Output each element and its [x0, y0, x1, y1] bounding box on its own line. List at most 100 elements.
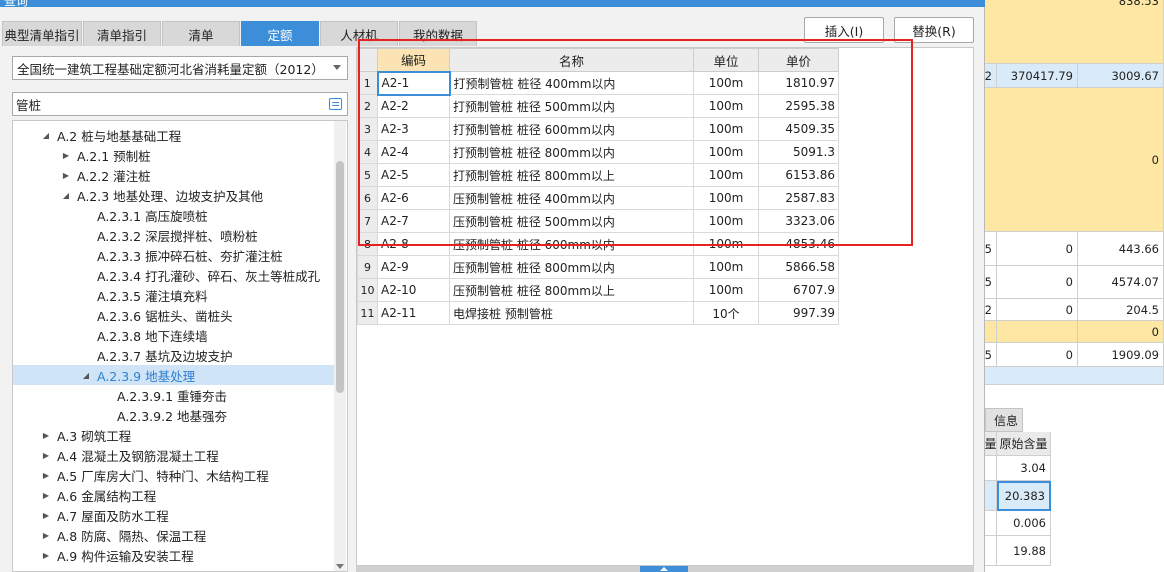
tree-item[interactable]: ▶ A.7 屋面及防水工程 [13, 505, 335, 525]
expand-arrow-icon[interactable]: ▶ [41, 491, 51, 500]
cell-code[interactable]: A2-9 [377, 255, 450, 279]
cell-price[interactable]: 3323.06 [758, 209, 839, 233]
expand-arrow-icon[interactable]: ▶ [41, 511, 51, 520]
cell-name[interactable]: 压预制管桩 桩径 800mm以内 [449, 255, 694, 279]
cell-unit[interactable]: 100m [693, 209, 759, 233]
cell-code[interactable]: A2-6 [377, 186, 450, 210]
tab-quota[interactable]: 定额 [241, 21, 319, 46]
collapse-arrow-icon[interactable]: ◢ [61, 191, 71, 200]
table-row[interactable]: 1 A2-1 打预制管桩 桩径 400mm以内 100m 1810.97 [357, 70, 839, 96]
table-row[interactable]: 11 A2-11 电焊接桩 预制管桩 10个 997.39 [357, 301, 839, 325]
cell-price[interactable]: 5091.3 [758, 140, 839, 164]
tab-labor-material-machine[interactable]: 人材机 [320, 21, 398, 46]
search-input[interactable]: 管桩 [12, 92, 348, 116]
info-tab[interactable]: 信息 [985, 408, 1023, 432]
cell-name[interactable]: 打预制管桩 桩径 800mm以上 [449, 163, 694, 187]
expand-arrow-icon[interactable]: ▶ [41, 531, 51, 540]
tree-item[interactable]: A.2.3.9.2 地基强夯 [13, 405, 335, 425]
expand-arrow-icon[interactable]: ▶ [61, 171, 71, 180]
tab-bill-guide[interactable]: 清单指引 [83, 21, 161, 46]
column-header-code[interactable]: 编码 [377, 48, 450, 72]
table-row[interactable]: 3 A2-3 打预制管桩 桩径 600mm以内 100m 4509.35 [357, 117, 839, 141]
table-row[interactable]: 5 A2-5 打预制管桩 桩径 800mm以上 100m 6153.86 [357, 163, 839, 187]
tree-item[interactable]: ◢ A.2.3 地基处理、边坡支护及其他 [13, 185, 335, 205]
cell-unit[interactable]: 100m [693, 232, 759, 256]
expand-arrow-icon[interactable]: ▶ [41, 451, 51, 460]
column-header-price[interactable]: 单价 [758, 48, 839, 72]
tree-scroll-thumb[interactable] [336, 161, 344, 393]
tab-typical-bill-guide[interactable]: 典型清单指引 [2, 21, 82, 46]
tree-item[interactable]: A.2.3.4 打孔灌砂、碎石、灰土等桩成孔 [13, 265, 335, 285]
cell-price[interactable]: 6707.9 [758, 278, 839, 302]
cell-price[interactable]: 2587.83 [758, 186, 839, 210]
table-row[interactable]: 9 A2-9 压预制管桩 桩径 800mm以内 100m 5866.58 [357, 255, 839, 279]
quota-library-select[interactable]: 全国统一建筑工程基础定额河北省消耗量定额（2012） [12, 56, 348, 80]
cell-unit[interactable]: 100m [693, 163, 759, 187]
cell-price[interactable]: 6153.86 [758, 163, 839, 187]
table-row[interactable]: 2 A2-2 打预制管桩 桩径 500mm以内 100m 2595.38 [357, 94, 839, 118]
tree-item[interactable]: ▶ A.2.1 预制桩 [13, 145, 335, 165]
cell-unit[interactable]: 100m [693, 186, 759, 210]
cell-unit[interactable]: 100m [693, 71, 759, 95]
panel-splitter[interactable] [356, 566, 974, 572]
cell-code[interactable]: A2-3 [377, 117, 450, 141]
cell-name[interactable]: 压预制管桩 桩径 400mm以内 [449, 186, 694, 210]
collapse-arrow-icon[interactable]: ◢ [41, 131, 51, 140]
tree-item[interactable]: A.2.3.3 振冲碎石桩、夯扩灌注桩 [13, 245, 335, 265]
filter-icon[interactable] [329, 98, 342, 110]
tree-item[interactable]: ▶ A.9 构件运输及安装工程 [13, 545, 335, 565]
column-header-name[interactable]: 名称 [449, 48, 694, 72]
tree-item[interactable]: A.2.3.7 基坑及边坡支护 [13, 345, 335, 365]
cell-unit[interactable]: 100m [693, 117, 759, 141]
tree-scrollbar[interactable] [334, 121, 346, 571]
tree-item[interactable]: ▶ A.4 混凝土及钢筋混凝土工程 [13, 445, 335, 465]
cell-price[interactable]: 2595.38 [758, 94, 839, 118]
scroll-down-icon[interactable] [336, 564, 344, 569]
cell-name[interactable]: 压预制管桩 桩径 500mm以内 [449, 209, 694, 233]
table-row[interactable]: 6 A2-6 压预制管桩 桩径 400mm以内 100m 2587.83 [357, 186, 839, 210]
cell-code[interactable]: A2-4 [377, 140, 450, 164]
insert-button[interactable]: 插入(I) [804, 17, 884, 43]
tree-item[interactable]: ▶ A.8 防腐、隔热、保温工程 [13, 525, 335, 545]
table-row[interactable]: 8 A2-8 压预制管桩 桩径 600mm以内 100m 4853.46 [357, 232, 839, 256]
tree-item[interactable]: A.2.3.8 地下连续墙 [13, 325, 335, 345]
tree-item[interactable]: A.2.3.9.1 重锤夯击 [13, 385, 335, 405]
cell-price[interactable]: 1810.97 [758, 71, 839, 95]
table-row[interactable]: 10 A2-10 压预制管桩 桩径 800mm以上 100m 6707.9 [357, 278, 839, 302]
cell-name[interactable]: 打预制管桩 桩径 600mm以内 [449, 117, 694, 141]
table-row[interactable]: 4 A2-4 打预制管桩 桩径 800mm以内 100m 5091.3 [357, 140, 839, 164]
tree-item[interactable]: ◢ A.2 桩与地基基础工程 [13, 125, 335, 145]
collapse-handle-icon[interactable] [640, 566, 688, 572]
cell-unit[interactable]: 100m [693, 140, 759, 164]
replace-button[interactable]: 替换(R) [894, 17, 974, 43]
expand-arrow-icon[interactable]: ▶ [41, 551, 51, 560]
tree-item[interactable]: A.2.3.1 高压旋喷桩 [13, 205, 335, 225]
cell-name[interactable]: 打预制管桩 桩径 800mm以内 [449, 140, 694, 164]
cell-code[interactable]: A2-10 [377, 278, 450, 302]
tree-item[interactable]: ▶ A.2.2 灌注桩 [13, 165, 335, 185]
cell-code[interactable]: A2-5 [377, 163, 450, 187]
tree-item[interactable]: ▶ A.3 砌筑工程 [13, 425, 335, 445]
tree-item[interactable]: ▶ A.5 厂库房大门、特种门、木结构工程 [13, 465, 335, 485]
cell-name[interactable]: 打预制管桩 桩径 500mm以内 [449, 94, 694, 118]
cell-code[interactable]: A2-8 [377, 232, 450, 256]
cell-code[interactable]: A2-1 [376, 70, 451, 96]
cell-unit[interactable]: 100m [693, 255, 759, 279]
cell-code[interactable]: A2-2 [377, 94, 450, 118]
collapse-arrow-icon[interactable]: ◢ [81, 371, 91, 380]
tab-my-data[interactable]: 我的数据 [399, 21, 477, 46]
tree-item[interactable]: A.2.3.6 锯桩头、凿桩头 [13, 305, 335, 325]
cell-name[interactable]: 压预制管桩 桩径 800mm以上 [449, 278, 694, 302]
cell-price[interactable]: 5866.58 [758, 255, 839, 279]
table-row[interactable]: 7 A2-7 压预制管桩 桩径 500mm以内 100m 3323.06 [357, 209, 839, 233]
cell-unit[interactable]: 10个 [693, 301, 759, 325]
tab-bill[interactable]: 清单 [162, 21, 240, 46]
dropdown-arrow-icon[interactable] [333, 65, 341, 70]
expand-arrow-icon[interactable]: ▶ [61, 151, 71, 160]
cell-price[interactable]: 4853.46 [758, 232, 839, 256]
cell-unit[interactable]: 100m [693, 94, 759, 118]
tree-item[interactable]: A.2.3.2 深层搅拌桩、喷粉桩 [13, 225, 335, 245]
tree-item[interactable]: A.2.3.5 灌注填充料 [13, 285, 335, 305]
cell-code[interactable]: A2-7 [377, 209, 450, 233]
tree-item[interactable]: ▶ A.6 金属结构工程 [13, 485, 335, 505]
